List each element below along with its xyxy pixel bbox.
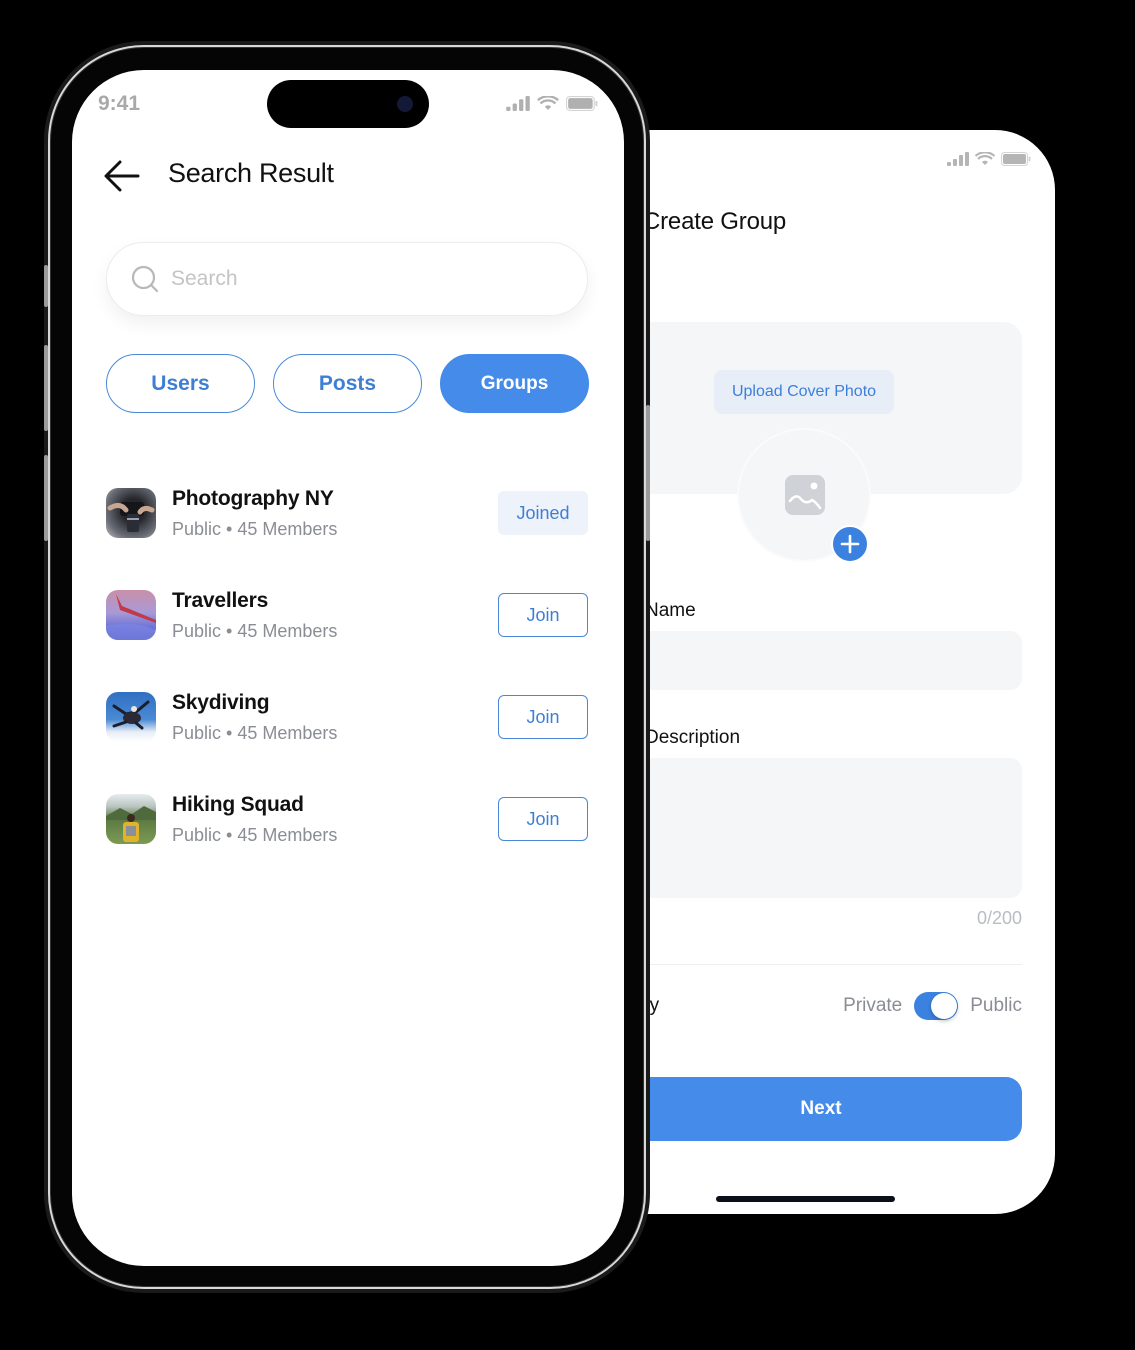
plus-icon <box>840 534 860 554</box>
upload-cover-photo-button[interactable]: Upload Cover Photo <box>714 370 894 414</box>
group-thumbnail-skydiving <box>106 692 156 742</box>
status-bar-icons <box>506 96 598 111</box>
search-icon <box>131 265 159 293</box>
description-char-count: 0/200 <box>976 908 1022 928</box>
group-meta: Public • 45 Members <box>172 620 338 641</box>
group-meta: Public • 45 Members <box>172 518 338 539</box>
dynamic-island <box>267 80 429 128</box>
wifi-icon <box>975 152 995 165</box>
toggle-knob <box>931 993 958 1019</box>
group-description-input[interactable] <box>620 758 1022 898</box>
action-button <box>44 265 48 307</box>
join-button[interactable]: Join <box>498 695 588 739</box>
description-label: Description <box>645 727 741 748</box>
back-arrow-icon[interactable] <box>102 156 142 196</box>
volume-down-button <box>44 455 48 541</box>
search-bar[interactable] <box>106 242 588 316</box>
search-input[interactable] <box>171 267 551 291</box>
divider <box>620 964 1022 965</box>
group-name: Hiking Squad <box>172 792 304 816</box>
create-group-title: Create Group <box>643 208 787 235</box>
skydivers-icon <box>112 700 150 730</box>
privacy-toggle[interactable] <box>914 992 959 1020</box>
group-meta: Public • 45 Members <box>172 824 338 845</box>
group-info: Photography NY Public • 45 Members <box>172 487 498 540</box>
tab-posts[interactable]: Posts <box>273 354 422 413</box>
group-thumbnail-camera <box>106 488 156 538</box>
list-item[interactable]: Skydiving Public • 45 Members Join <box>106 666 588 768</box>
result-tabs: Users Posts Groups <box>106 354 589 413</box>
status-bar-icons <box>947 152 1031 166</box>
group-name: Travellers <box>172 588 269 612</box>
power-button <box>646 405 650 541</box>
list-item[interactable]: Travellers Public • 45 Members Join <box>106 564 588 666</box>
group-meta: Public • 45 Members <box>172 722 338 743</box>
list-item[interactable]: Photography NY Public • 45 Members Joine… <box>106 462 588 564</box>
tab-users[interactable]: Users <box>106 354 255 413</box>
hiker-icon <box>106 806 156 842</box>
group-info: Skydiving Public • 45 Members <box>172 691 498 744</box>
privacy-option-public: Public <box>970 995 1022 1016</box>
group-thumbnail-airplane <box>106 590 156 640</box>
group-name-input[interactable] <box>620 631 1022 690</box>
group-thumbnail-hiking <box>106 794 156 844</box>
page-title: Search Result <box>168 158 334 188</box>
signal-icon <box>506 96 530 111</box>
image-placeholder-icon <box>785 475 825 515</box>
camera-photo-icon <box>107 502 155 532</box>
battery-icon <box>566 96 598 111</box>
join-button[interactable]: Join <box>498 593 588 637</box>
group-name: Skydiving <box>172 690 270 714</box>
next-button[interactable]: Next <box>620 1077 1022 1141</box>
search-result-screen: 9:41 Search Result Users Posts Groups <box>72 70 624 1266</box>
airplane-wing-icon <box>106 594 156 640</box>
group-info: Travellers Public • 45 Members <box>172 589 498 642</box>
group-name: Photography NY <box>172 486 334 510</box>
add-avatar-button[interactable] <box>831 525 869 563</box>
volume-up-button <box>44 345 48 431</box>
camera-icon <box>397 96 413 112</box>
name-label: Name <box>645 600 696 621</box>
signal-icon <box>947 152 969 166</box>
group-info: Hiking Squad Public • 45 Members <box>172 793 498 846</box>
status-time: 9:41 <box>98 92 141 115</box>
wifi-icon <box>537 96 559 110</box>
tab-groups[interactable]: Groups <box>440 354 589 413</box>
join-button[interactable]: Join <box>498 797 588 841</box>
joined-button[interactable]: Joined <box>498 491 588 535</box>
home-indicator <box>716 1196 895 1202</box>
list-item[interactable]: Hiking Squad Public • 45 Members Join <box>106 768 588 870</box>
group-list: Photography NY Public • 45 Members Joine… <box>106 462 588 870</box>
battery-icon <box>1001 152 1031 166</box>
privacy-option-private: Private <box>843 995 903 1016</box>
privacy-toggle-row: Private Public <box>843 992 1022 1020</box>
